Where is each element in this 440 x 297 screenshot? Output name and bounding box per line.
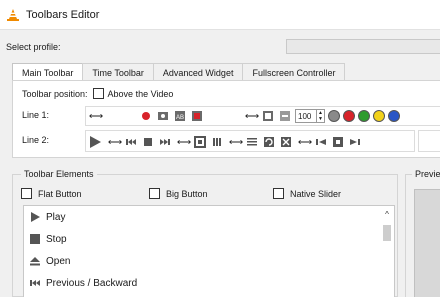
tab-fullscreen-controller[interactable]: Fullscreen Controller xyxy=(242,63,346,81)
toolbar-position-row: Toolbar position: Above the Video xyxy=(22,88,173,99)
blue-dot-icon[interactable] xyxy=(388,110,400,122)
flat-button-label: Flat Button xyxy=(38,188,82,199)
equalizer-icon[interactable] xyxy=(210,135,224,149)
list-item[interactable]: Stop xyxy=(24,228,394,250)
skip-forward-icon[interactable] xyxy=(348,135,362,149)
gray-dot-icon[interactable] xyxy=(328,110,340,122)
spacer-icon[interactable]: ⟷ xyxy=(227,137,245,148)
previous-icon xyxy=(28,276,42,290)
elements-list[interactable]: Play Stop Open Previous / Backward ^ xyxy=(23,205,395,297)
red-dot-icon[interactable] xyxy=(343,110,355,122)
play-icon xyxy=(28,210,42,224)
scroll-up-icon[interactable]: ^ xyxy=(381,210,393,219)
tab-advanced-widget[interactable]: Advanced Widget xyxy=(152,63,244,81)
flat-button-checkbox[interactable] xyxy=(21,188,32,199)
atob-loop-icon[interactable]: AB xyxy=(173,109,187,123)
native-slider-checkbox[interactable] xyxy=(273,188,284,199)
spinner-arrows-icon[interactable]: ▲ ▼ xyxy=(316,110,324,122)
frame-by-frame-icon[interactable] xyxy=(190,109,204,123)
native-slider-label: Native Slider xyxy=(290,188,342,199)
skip-back-icon[interactable] xyxy=(314,135,328,149)
flat-button-option[interactable]: Flat Button xyxy=(21,188,82,199)
above-video-checkbox[interactable] xyxy=(92,88,104,99)
list-item-label: Stop xyxy=(46,233,67,245)
frame-icon[interactable] xyxy=(331,135,345,149)
line1-row: Line 1: xyxy=(22,110,82,120)
big-button-label: Big Button xyxy=(166,188,208,199)
volume-value: 100 xyxy=(298,111,312,121)
stop-icon[interactable] xyxy=(141,135,155,149)
profile-select[interactable] xyxy=(286,39,440,54)
snapshot-icon[interactable] xyxy=(156,109,170,123)
eject-icon xyxy=(28,254,42,268)
fullscreen-toggle-icon[interactable] xyxy=(193,135,207,149)
fullscreen-icon[interactable] xyxy=(261,109,275,123)
toolbar-position-label: Toolbar position: xyxy=(22,88,88,99)
spacer-icon[interactable]: ⟷ xyxy=(296,137,314,148)
extended-settings-icon[interactable] xyxy=(278,109,292,123)
playlist-icon[interactable] xyxy=(245,135,259,149)
spacer-icon[interactable]: ⟷ xyxy=(175,137,193,148)
svg-text:AB: AB xyxy=(176,115,184,121)
big-button-checkbox[interactable] xyxy=(149,188,160,199)
yellow-dot-icon[interactable] xyxy=(373,110,385,122)
profile-row: Select profile: xyxy=(6,39,440,56)
line2-items: ⟷ ⟷ ⟷ ⟷ xyxy=(87,134,365,150)
toolbar-elements-group: Toolbar Elements Flat Button Big Button … xyxy=(12,169,398,297)
scroll-thumb[interactable] xyxy=(383,225,391,241)
profile-label: Select profile: xyxy=(6,42,61,52)
element-options: Flat Button Big Button Native Slider xyxy=(21,188,391,202)
big-button-option[interactable]: Big Button xyxy=(149,188,208,199)
list-item-label: Play xyxy=(46,211,66,223)
spacer-icon[interactable]: ⟷ xyxy=(243,111,261,122)
line2-label: Line 2: xyxy=(22,135,50,145)
loop-icon[interactable] xyxy=(262,135,276,149)
spacer-icon[interactable]: ⟷ xyxy=(106,137,124,148)
list-scrollbar[interactable]: ^ xyxy=(381,207,393,297)
line2-row: Line 2: xyxy=(22,135,82,145)
play-icon[interactable] xyxy=(87,134,103,150)
random-icon[interactable] xyxy=(279,135,293,149)
stop-icon xyxy=(28,232,42,246)
line1-items: ⟷ AB ⟷ 100 ▲ ▼ xyxy=(87,109,403,123)
list-item[interactable]: Play xyxy=(24,206,394,228)
preview-area xyxy=(414,189,440,297)
list-item-label: Open xyxy=(46,255,71,267)
native-slider-option[interactable]: Native Slider xyxy=(273,188,341,199)
preview-group: Preview xyxy=(405,169,440,297)
spacer-icon[interactable]: ⟷ xyxy=(87,111,105,122)
title-bar: Toolbars Editor xyxy=(0,0,440,30)
previous-icon[interactable] xyxy=(124,135,138,149)
vlc-cone-icon xyxy=(7,8,19,21)
record-icon[interactable] xyxy=(139,109,153,123)
next-icon[interactable] xyxy=(158,135,172,149)
toolbar-elements-title: Toolbar Elements xyxy=(21,169,97,179)
list-item[interactable]: Previous / Backward xyxy=(24,272,394,294)
above-video-label: Above the Video xyxy=(107,88,174,99)
list-item-label: Previous / Backward xyxy=(46,277,138,289)
green-dot-icon[interactable] xyxy=(358,110,370,122)
list-item[interactable]: Open xyxy=(24,250,394,272)
tab-time-toolbar[interactable]: Time Toolbar xyxy=(82,63,154,81)
line1-label: Line 1: xyxy=(22,110,50,120)
tab-bar: Main Toolbar Time Toolbar Advanced Widge… xyxy=(12,63,346,82)
line2-extra-field[interactable] xyxy=(418,130,440,152)
window-title: Toolbars Editor xyxy=(26,8,100,21)
preview-title: Preview xyxy=(412,169,440,179)
main-toolbar-panel: Toolbar position: Above the Video Line 1… xyxy=(12,80,440,158)
volume-spinner[interactable]: 100 ▲ ▼ xyxy=(295,109,325,123)
